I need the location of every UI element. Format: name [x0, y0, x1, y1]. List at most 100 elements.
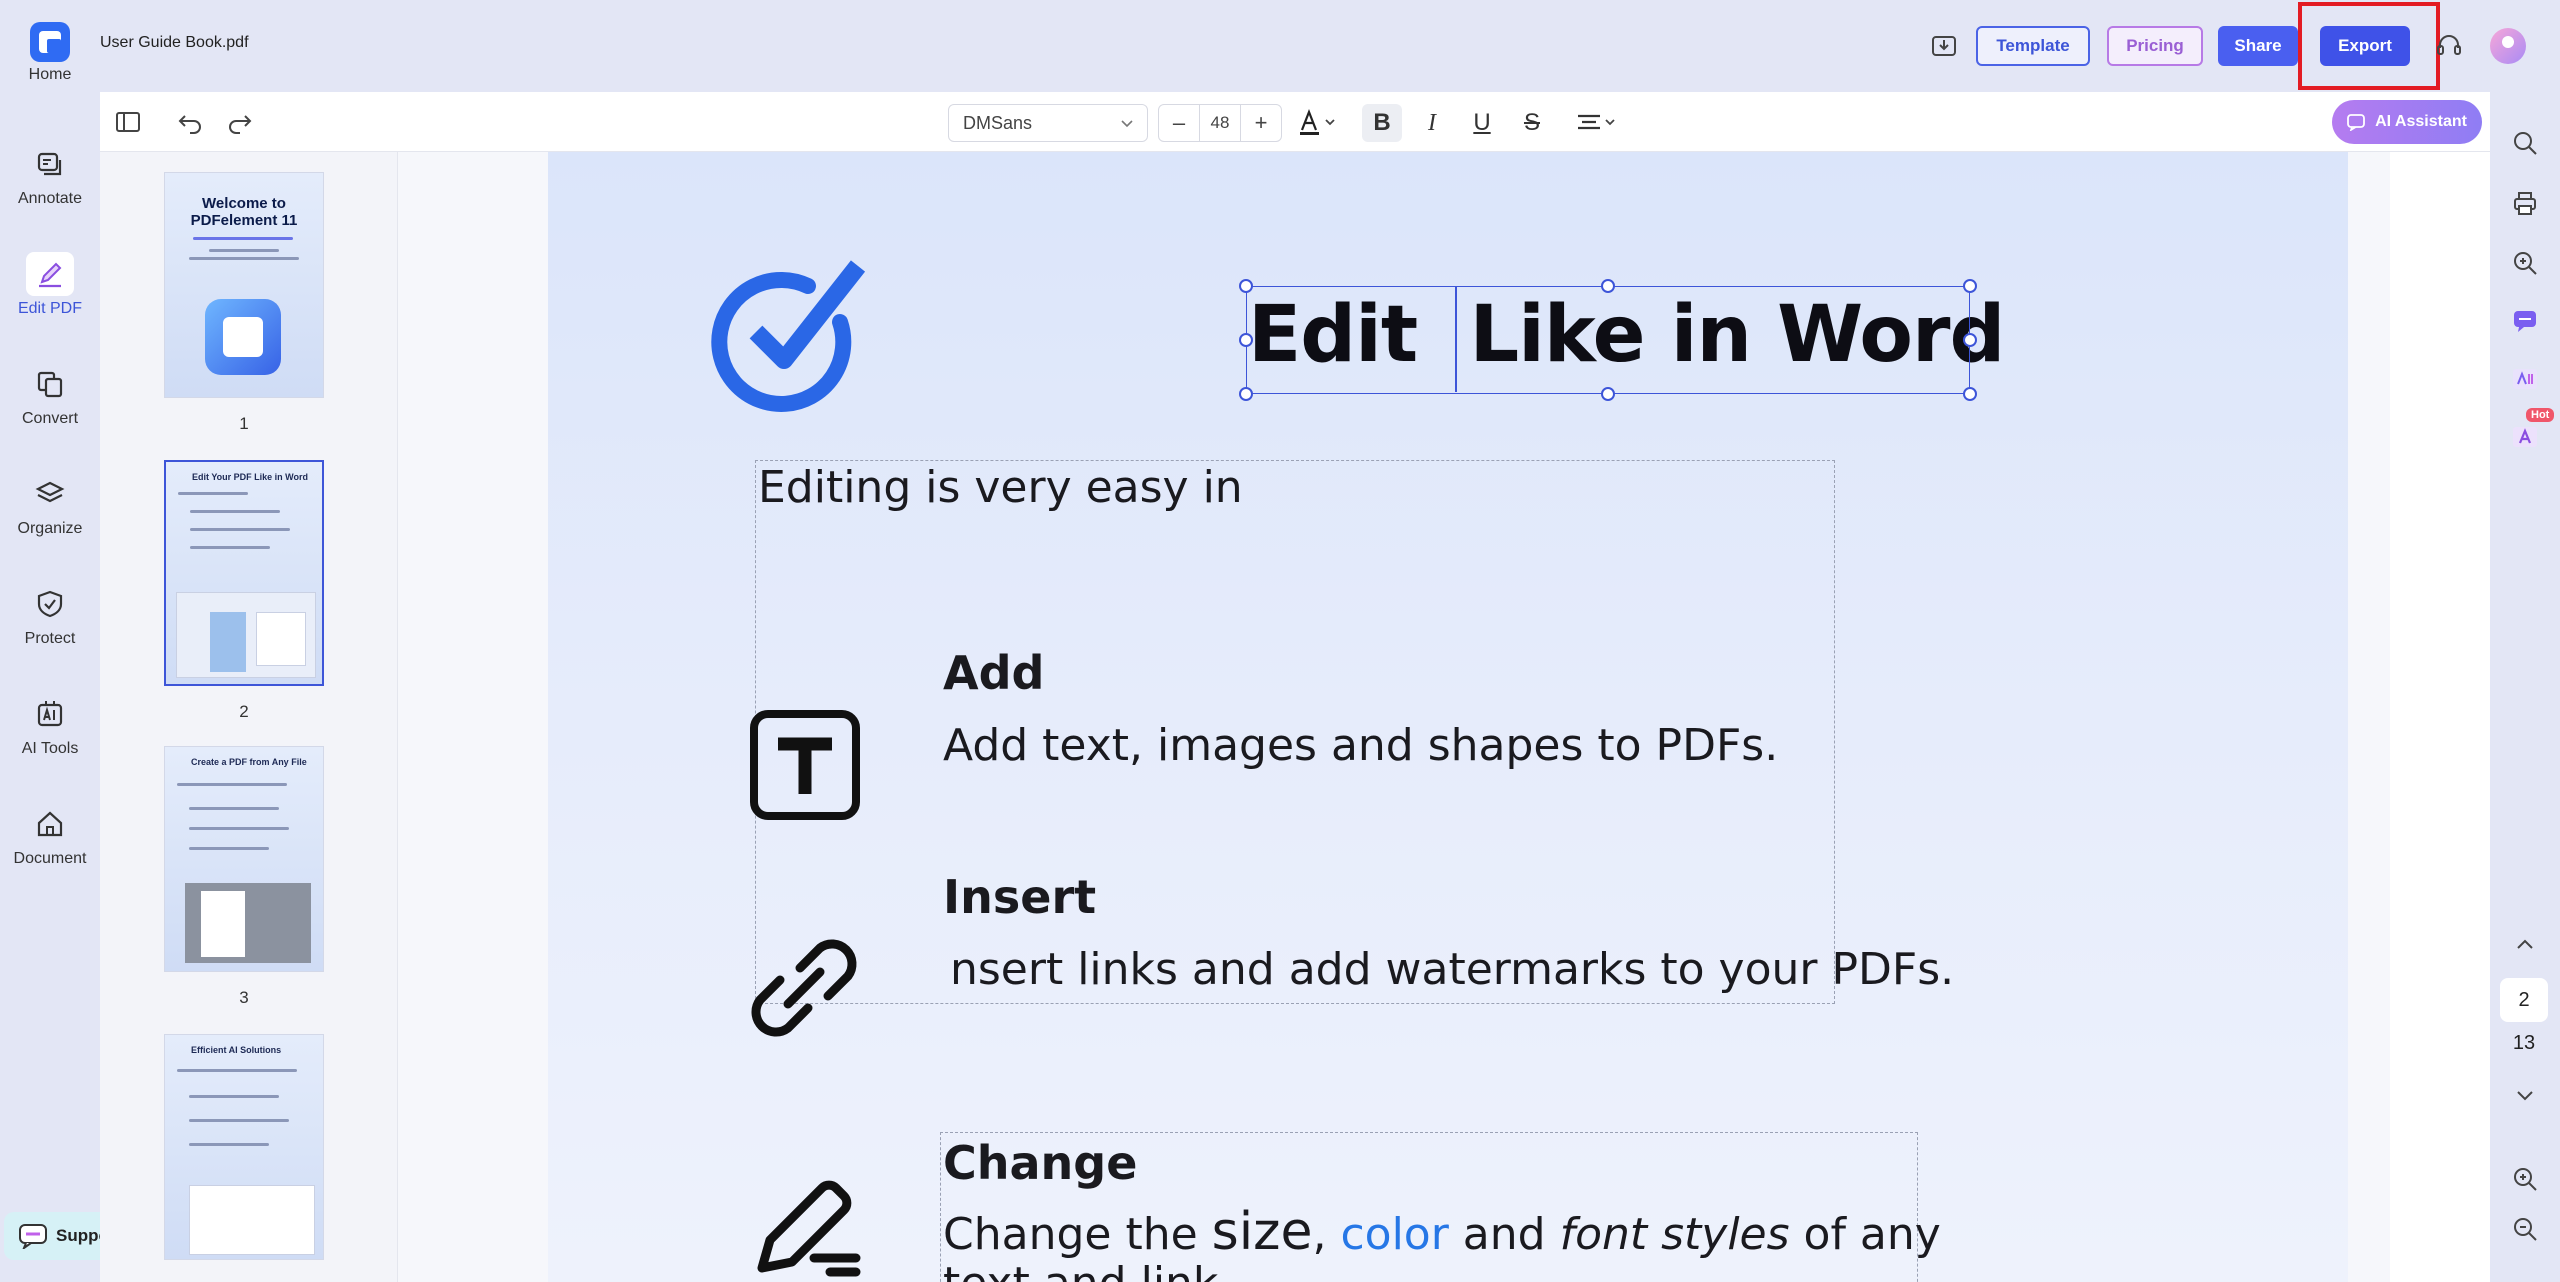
nav-organize[interactable]: Organize: [0, 442, 100, 542]
thumbnail-number-1: 1: [239, 414, 249, 433]
checkmark-icon: [711, 260, 866, 412]
pricing-button[interactable]: Pricing: [2107, 26, 2203, 66]
thumbnail-title-4: Efficient AI Solutions: [191, 1045, 282, 1055]
undo-icon[interactable]: [176, 108, 204, 136]
change-body-end: of any: [1789, 1209, 1941, 1260]
nav-label-ai-tools: AI Tools: [21, 740, 79, 757]
thumbnail-number-2: 2: [239, 702, 249, 721]
resize-handle-br[interactable]: [1963, 387, 1977, 401]
underline-button[interactable]: U: [1462, 104, 1502, 142]
thumbnail-page-1[interactable]: Welcome to PDFelement 11: [164, 172, 324, 398]
annotate-icon: [37, 152, 62, 176]
convert-icon: [37, 371, 63, 398]
italic-button[interactable]: I: [1412, 104, 1452, 142]
organize-icon: [35, 481, 65, 503]
bold-button[interactable]: B: [1362, 104, 1402, 142]
strikethrough-button[interactable]: S: [1512, 104, 1552, 142]
app-logo-icon[interactable]: [30, 22, 70, 62]
font-size-increment-button[interactable]: +: [1241, 104, 1281, 142]
font-size-input[interactable]: 48: [1199, 104, 1241, 142]
font-size-stepper: – 48 +: [1158, 104, 1282, 142]
print-icon[interactable]: [2510, 188, 2540, 218]
comment-icon[interactable]: [2510, 306, 2540, 336]
export-highlight-box: [2298, 2, 2440, 90]
nav-ai-tools[interactable]: AI Tools: [0, 662, 100, 762]
support-chat-icon: [19, 1224, 47, 1249]
resize-handle-tr[interactable]: [1963, 279, 1977, 293]
pdf-page: Edit Like in Word Editing is very easy i…: [548, 152, 2348, 1282]
nav-edit-pdf[interactable]: Edit PDF: [0, 222, 100, 322]
top-bar: Home User Guide Book.pdf Template Pricin…: [0, 0, 2560, 92]
redo-icon[interactable]: [226, 108, 254, 136]
ai-translate-icon[interactable]: [2510, 422, 2540, 452]
resize-handle-tl[interactable]: [1239, 279, 1253, 293]
nav-annotate[interactable]: Annotate: [0, 112, 100, 212]
thumbnail-page-3[interactable]: Create a PDF from Any File: [164, 746, 324, 972]
total-pages: 13: [2512, 1032, 2536, 1054]
change-body-size: size: [1211, 1202, 1313, 1262]
ai-assistant-button[interactable]: AI Assistant: [2332, 100, 2482, 144]
template-button[interactable]: Template: [1976, 26, 2090, 66]
text-color-icon[interactable]: [1296, 108, 1344, 138]
zoom-out-icon[interactable]: [2510, 1214, 2540, 1244]
font-family-value: DMSans: [963, 112, 1033, 133]
document-view: Edit Like in Word Editing is very easy i…: [398, 152, 2390, 1282]
nav-label-edit-pdf: Edit PDF: [17, 300, 82, 317]
nav-convert[interactable]: Convert: [0, 332, 100, 432]
hot-badge: Hot: [2526, 408, 2555, 422]
home-label[interactable]: Home: [20, 66, 80, 84]
resize-handle-bc[interactable]: [1601, 387, 1615, 401]
nav-label-organize: Organize: [17, 520, 83, 537]
zoom-in-icon[interactable]: [2510, 1164, 2540, 1194]
user-avatar[interactable]: [2490, 28, 2526, 64]
thumbnail-title-1: Welcome to PDFelement 11: [190, 195, 298, 229]
text-align-icon[interactable]: [1574, 108, 1620, 138]
change-heading: Change: [943, 1136, 1138, 1190]
chevron-down-icon: [1121, 120, 1133, 128]
sidebar-toggle-icon[interactable]: [114, 108, 142, 136]
change-body-text: Change the: [943, 1209, 1212, 1260]
edit-toolbar: DMSans – 48 + B I U S AI Assistant: [100, 92, 2490, 152]
thumbnail-title-3: Create a PDF from Any File: [191, 757, 307, 767]
thumbnail-number-3: 3: [239, 988, 249, 1007]
thumbnail-page-2[interactable]: Edit Your PDF Like in Word: [164, 460, 324, 686]
font-size-decrement-button[interactable]: –: [1159, 104, 1199, 142]
pen-icon: [757, 1180, 861, 1277]
ai-chat-icon: [2347, 114, 2365, 131]
resize-handle-tc[interactable]: [1601, 279, 1615, 293]
thumbnail-title-2: Edit Your PDF Like in Word: [192, 472, 309, 482]
nav-protect[interactable]: Protect: [0, 552, 100, 652]
insert-body: nsert links and add watermarks to your P…: [950, 944, 1955, 995]
share-button[interactable]: Share: [2218, 26, 2298, 66]
change-body-color: color: [1340, 1209, 1449, 1260]
resize-handle-ml[interactable]: [1239, 333, 1253, 347]
selected-text-box[interactable]: [1246, 286, 1970, 394]
ai-read-icon[interactable]: [2510, 364, 2540, 394]
change-body-line2: text and link: [943, 1258, 1218, 1282]
nav-label-document: Document: [13, 850, 87, 867]
download-icon[interactable]: [1930, 32, 1958, 60]
edit-pdf-icon: [39, 262, 62, 288]
thumbnail-page-4[interactable]: Efficient AI Solutions: [164, 1034, 324, 1260]
headset-icon[interactable]: [2434, 31, 2464, 61]
thumbnail-panel: Welcome to PDFelement 11 1 Edit Your PDF…: [100, 152, 398, 1282]
current-page-input[interactable]: 2: [2500, 978, 2548, 1022]
change-body: Change the size, color and font styles o…: [943, 1202, 1941, 1262]
add-body: Add text, images and shapes to PDFs.: [943, 720, 1779, 771]
document-title: User Guide Book.pdf: [100, 34, 249, 51]
search-icon[interactable]: [2510, 128, 2540, 158]
nav-label-protect: Protect: [24, 630, 76, 647]
nav-label-convert: Convert: [21, 410, 79, 427]
ai-assistant-label: AI Assistant: [2375, 113, 2467, 130]
resize-handle-bl[interactable]: [1239, 387, 1253, 401]
change-body-font-styles: font styles: [1559, 1209, 1790, 1260]
change-body-comma: ,: [1312, 1209, 1341, 1260]
text-cursor: [1455, 287, 1457, 392]
page-down-icon[interactable]: [2510, 1080, 2540, 1110]
font-family-select[interactable]: DMSans: [948, 104, 1148, 142]
resize-handle-mr[interactable]: [1963, 333, 1977, 347]
page-up-icon[interactable]: [2510, 930, 2540, 960]
zoom-area-icon[interactable]: [2510, 248, 2540, 278]
nav-document[interactable]: Document: [0, 772, 100, 872]
add-heading: Add: [943, 646, 1045, 700]
